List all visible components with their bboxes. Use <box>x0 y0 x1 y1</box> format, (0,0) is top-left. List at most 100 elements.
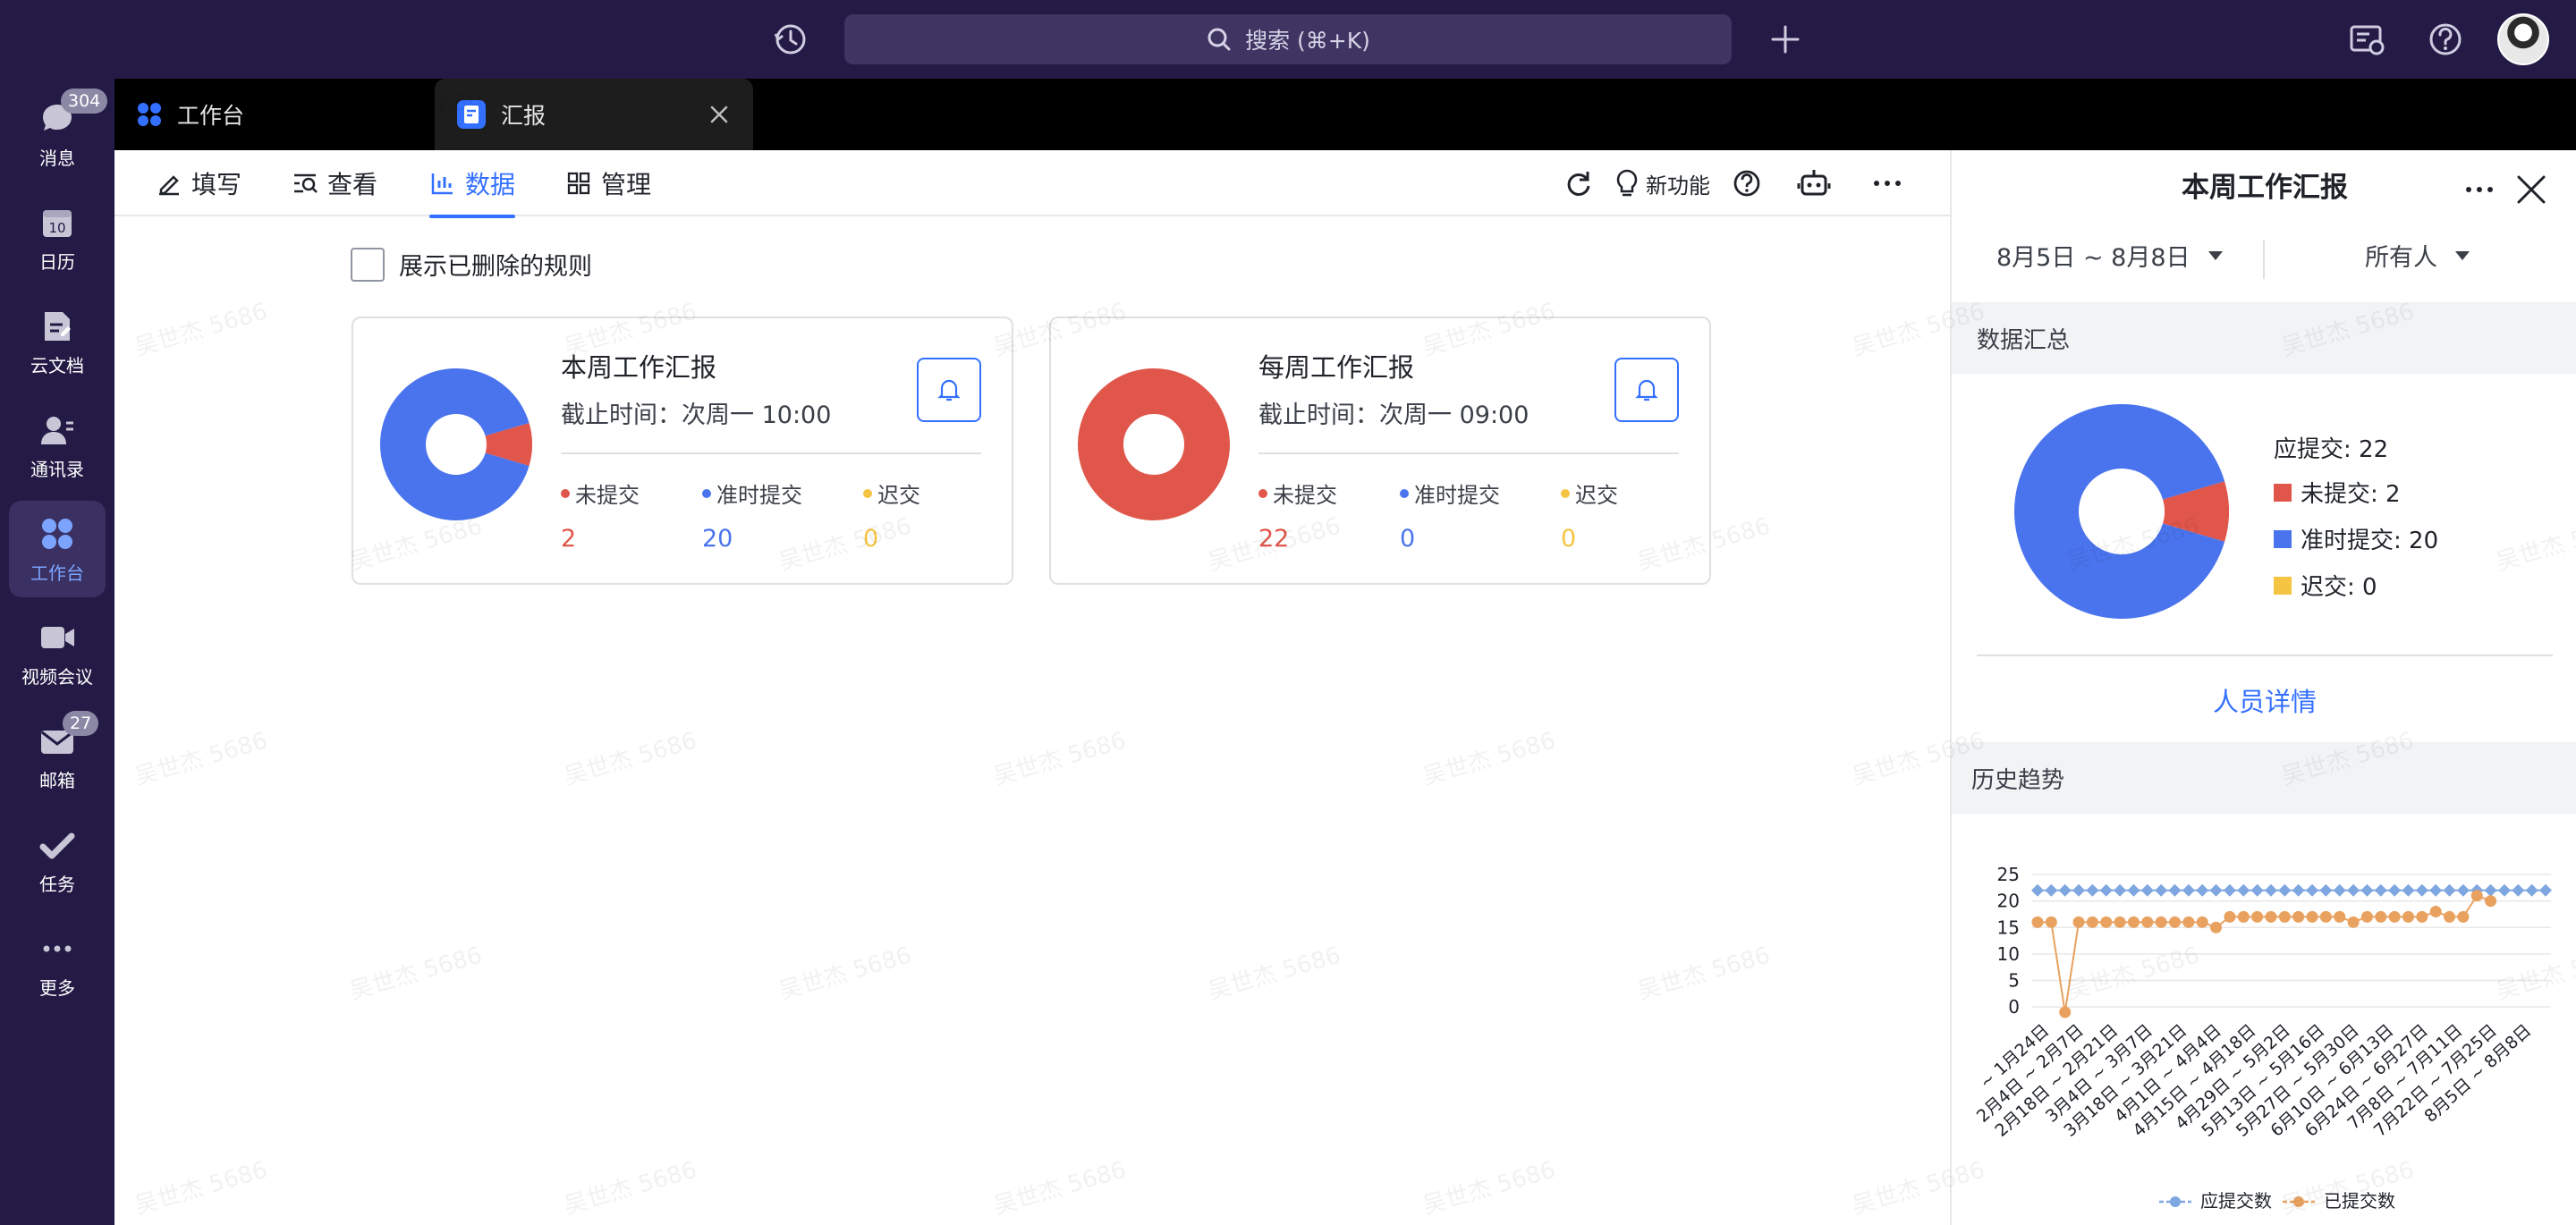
data-point-应提交数[interactable] <box>2319 883 2333 897</box>
tab-report[interactable]: 汇报 <box>435 79 753 150</box>
data-point-应提交数[interactable] <box>2237 883 2250 897</box>
data-point-应提交数[interactable] <box>2099 883 2113 897</box>
refresh-icon[interactable] <box>1563 165 1594 202</box>
people-dropdown[interactable]: 所有人 <box>2365 238 2471 273</box>
data-point-应提交数[interactable] <box>2443 883 2456 897</box>
data-point-已提交数[interactable] <box>2292 910 2305 923</box>
data-point-已提交数[interactable] <box>2334 910 2346 923</box>
data-point-已提交数[interactable] <box>2388 910 2401 923</box>
data-point-应提交数[interactable] <box>2388 883 2402 897</box>
data-point-应提交数[interactable] <box>2209 883 2223 897</box>
data-point-已提交数[interactable] <box>2237 910 2250 923</box>
data-point-应提交数[interactable] <box>2155 883 2168 897</box>
new-feature-button[interactable]: 新功能 <box>1614 165 1710 202</box>
close-icon[interactable] <box>2512 170 2551 209</box>
data-point-应提交数[interactable] <box>2456 883 2470 897</box>
data-point-应提交数[interactable] <box>2306 883 2319 897</box>
data-point-应提交数[interactable] <box>2402 883 2415 897</box>
data-point-已提交数[interactable] <box>2210 921 2223 934</box>
data-point-已提交数[interactable] <box>2429 905 2442 917</box>
data-point-应提交数[interactable] <box>2333 883 2346 897</box>
data-point-应提交数[interactable] <box>2278 883 2292 897</box>
data-point-应提交数[interactable] <box>2497 883 2511 897</box>
data-point-应提交数[interactable] <box>2525 883 2538 897</box>
more-options-icon[interactable] <box>1869 165 1905 202</box>
nav-item-tasks[interactable]: 任务 <box>9 812 106 908</box>
nav-item-docs[interactable]: 云文档 <box>9 293 106 390</box>
show-deleted-checkbox[interactable] <box>351 247 385 282</box>
data-point-应提交数[interactable] <box>2360 883 2374 897</box>
data-point-应提交数[interactable] <box>2140 883 2154 897</box>
data-point-已提交数[interactable] <box>2072 916 2085 928</box>
data-point-应提交数[interactable] <box>2539 883 2552 897</box>
people-details-link[interactable]: 人员详情 <box>1952 681 2576 719</box>
data-point-已提交数[interactable] <box>2375 910 2387 923</box>
data-point-应提交数[interactable] <box>2196 883 2209 897</box>
data-point-已提交数[interactable] <box>2224 910 2236 923</box>
more-options-icon[interactable] <box>2460 170 2499 209</box>
data-point-已提交数[interactable] <box>2169 916 2182 928</box>
data-point-应提交数[interactable] <box>2045 883 2058 897</box>
data-point-应提交数[interactable] <box>2484 883 2497 897</box>
data-point-已提交数[interactable] <box>2470 890 2483 902</box>
data-point-已提交数[interactable] <box>2347 916 2360 928</box>
data-point-已提交数[interactable] <box>2457 910 2470 923</box>
subtab-data[interactable]: 数据 <box>429 150 516 218</box>
nav-item-calendar[interactable]: 10 日历 <box>9 190 106 286</box>
data-point-应提交数[interactable] <box>2292 883 2305 897</box>
data-point-已提交数[interactable] <box>2086 916 2098 928</box>
nav-item-contacts[interactable]: 通讯录 <box>9 397 106 494</box>
data-point-已提交数[interactable] <box>2278 910 2291 923</box>
data-point-已提交数[interactable] <box>2416 910 2428 923</box>
history-icon[interactable] <box>771 20 810 59</box>
data-point-已提交数[interactable] <box>2059 1006 2072 1018</box>
report-card-weekly-this[interactable]: 本周工作汇报 截止时间：次周一 10:00 未提交 2 准时提交 20 迟交 0 <box>352 317 1013 585</box>
data-point-应提交数[interactable] <box>2031 883 2044 897</box>
data-point-应提交数[interactable] <box>2264 883 2277 897</box>
data-point-应提交数[interactable] <box>2127 883 2140 897</box>
nav-item-workspace[interactable]: 工作台 <box>9 501 106 597</box>
data-point-已提交数[interactable] <box>2114 916 2126 928</box>
search-input[interactable]: 搜索 (⌘+K) <box>844 14 1732 64</box>
data-point-应提交数[interactable] <box>2374 883 2387 897</box>
data-point-已提交数[interactable] <box>2182 916 2195 928</box>
data-point-应提交数[interactable] <box>2114 883 2127 897</box>
show-deleted-rules[interactable]: 展示已删除的规则 <box>351 247 592 282</box>
data-point-已提交数[interactable] <box>2360 910 2373 923</box>
data-point-已提交数[interactable] <box>2196 916 2208 928</box>
data-point-已提交数[interactable] <box>2031 916 2044 928</box>
data-point-已提交数[interactable] <box>2319 910 2332 923</box>
data-point-已提交数[interactable] <box>2141 916 2154 928</box>
report-card-weekly[interactable]: 每周工作汇报 截止时间：次周一 09:00 未提交 22 准时提交 0 迟交 0 <box>1049 317 1711 585</box>
data-point-已提交数[interactable] <box>2444 910 2456 923</box>
subtab-view[interactable]: 查看 <box>292 150 377 216</box>
data-point-已提交数[interactable] <box>2100 916 2113 928</box>
data-point-已提交数[interactable] <box>2127 916 2140 928</box>
data-point-已提交数[interactable] <box>2306 910 2318 923</box>
subtab-fill[interactable]: 填写 <box>156 150 242 216</box>
data-point-应提交数[interactable] <box>2168 883 2182 897</box>
data-point-已提交数[interactable] <box>2045 916 2057 928</box>
robot-icon[interactable] <box>1796 165 1832 202</box>
nav-item-mail[interactable]: 27 邮箱 <box>9 708 106 805</box>
data-point-应提交数[interactable] <box>2429 883 2443 897</box>
add-icon[interactable] <box>1766 20 1805 59</box>
data-point-已提交数[interactable] <box>2485 895 2497 908</box>
data-point-已提交数[interactable] <box>2402 910 2414 923</box>
data-point-应提交数[interactable] <box>2182 883 2195 897</box>
help-icon[interactable] <box>2426 20 2465 59</box>
date-range-dropdown[interactable]: 8月5日 ~ 8月8日 <box>1996 238 2224 273</box>
subtab-manage[interactable]: 管理 <box>565 150 651 216</box>
close-tab-icon[interactable] <box>708 104 730 125</box>
data-point-应提交数[interactable] <box>2415 883 2428 897</box>
data-point-应提交数[interactable] <box>2347 883 2360 897</box>
data-point-已提交数[interactable] <box>2265 910 2277 923</box>
data-point-已提交数[interactable] <box>2251 910 2264 923</box>
data-point-应提交数[interactable] <box>2250 883 2264 897</box>
data-point-应提交数[interactable] <box>2512 883 2525 897</box>
legend-label[interactable]: 应提交数 <box>2200 1190 2272 1212</box>
nav-item-more[interactable]: 更多 <box>9 916 106 1012</box>
help-icon[interactable] <box>1732 165 1762 202</box>
reminder-button[interactable] <box>917 358 981 422</box>
data-point-已提交数[interactable] <box>2155 916 2167 928</box>
